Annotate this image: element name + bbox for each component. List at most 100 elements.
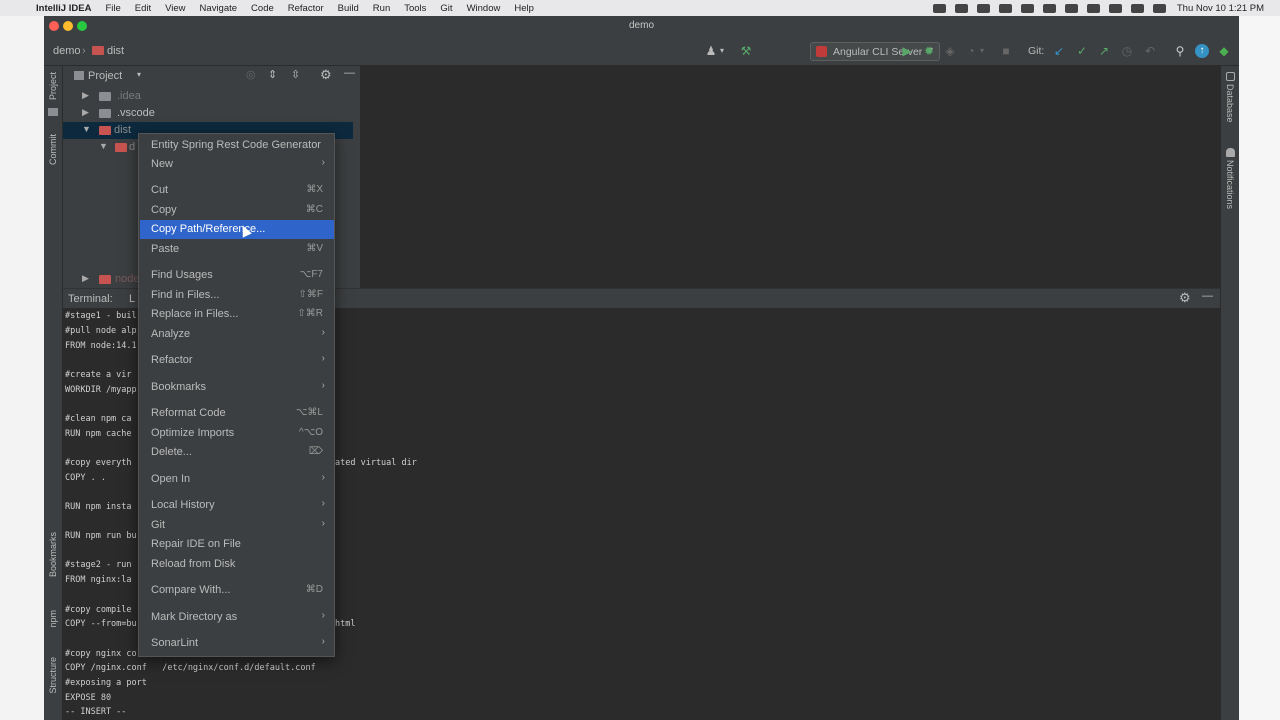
terminal-line: #copy compile bbox=[65, 605, 132, 615]
chevron-right-icon[interactable]: ▶ bbox=[82, 107, 89, 118]
plugin-icon[interactable]: ◆ bbox=[1217, 44, 1231, 58]
control-center-icon[interactable] bbox=[1130, 3, 1144, 13]
menubar-file[interactable]: File bbox=[105, 3, 120, 14]
siri-icon[interactable] bbox=[1152, 3, 1166, 13]
tool-window-npm[interactable]: npm bbox=[48, 610, 58, 628]
menu-item-git[interactable]: Git › bbox=[140, 516, 334, 535]
submenu-arrow-icon: › bbox=[321, 610, 325, 621]
menubar-run[interactable]: Run bbox=[373, 3, 390, 14]
chevron-right-icon[interactable]: ▶ bbox=[82, 90, 89, 101]
menubar-code[interactable]: Code bbox=[251, 3, 274, 14]
git-push-icon[interactable]: ↗ bbox=[1097, 44, 1111, 58]
menubar-refactor[interactable]: Refactor bbox=[288, 3, 324, 14]
coverage-icon[interactable]: ◈ bbox=[943, 44, 957, 58]
menu-item-cut[interactable]: Cut ⌘X bbox=[140, 181, 334, 200]
menu-item-label: Open In bbox=[151, 473, 191, 485]
menu-item-replace-in-files[interactable]: Replace in Files... ⇧⌘R bbox=[140, 305, 334, 324]
menu-item-label: Bookmarks bbox=[151, 381, 207, 393]
menu-item-entity-spring-rest-code-generator[interactable]: Entity Spring Rest Code Generator bbox=[140, 136, 334, 155]
wifi-icon[interactable] bbox=[1086, 3, 1100, 13]
menubar-tools[interactable]: Tools bbox=[404, 3, 426, 14]
menu-item-label: Copy bbox=[151, 204, 177, 216]
menubar-help[interactable]: Help bbox=[514, 3, 534, 14]
menubar-clock[interactable]: Thu Nov 10 1:21 PM bbox=[1177, 3, 1264, 14]
battery-icon[interactable] bbox=[1064, 3, 1078, 13]
chevron-down-icon[interactable]: ▾ bbox=[975, 44, 989, 58]
menu-item-analyze[interactable]: Analyze › bbox=[140, 325, 334, 344]
menu-item-mark-directory-as[interactable]: Mark Directory as › bbox=[140, 608, 334, 627]
pointer-icon[interactable] bbox=[1020, 3, 1034, 13]
hide-panel-icon[interactable]: — bbox=[1202, 290, 1213, 302]
menu-item-open-in[interactable]: Open In › bbox=[140, 470, 334, 489]
stop-icon[interactable]: ■ bbox=[999, 44, 1013, 58]
gear-icon[interactable]: ⚙ bbox=[320, 67, 332, 83]
menubar-edit[interactable]: Edit bbox=[135, 3, 151, 14]
menu-item-compare-with[interactable]: Compare With... ⌘D bbox=[140, 581, 334, 600]
menu-item-reload-from-disk[interactable]: Reload from Disk bbox=[140, 555, 334, 574]
menubar-app-name[interactable]: IntelliJ IDEA bbox=[36, 3, 91, 14]
menubar-git[interactable]: Git bbox=[440, 3, 452, 14]
expand-all-icon[interactable]: ⇕ bbox=[268, 68, 277, 81]
git-rollback-icon[interactable]: ↶ bbox=[1143, 44, 1157, 58]
creative-cloud-icon[interactable] bbox=[932, 3, 946, 13]
gear-icon[interactable]: ⚙ bbox=[1179, 290, 1191, 306]
build-hammer-icon[interactable]: ⚒ bbox=[739, 44, 753, 58]
menu-item-delete[interactable]: Delete... ⌦ bbox=[140, 443, 334, 462]
hide-panel-icon[interactable]: — bbox=[344, 67, 355, 79]
folder-icon bbox=[99, 126, 111, 135]
tool-window-project[interactable]: Project bbox=[48, 72, 58, 100]
git-history-icon[interactable]: ◷ bbox=[1120, 44, 1134, 58]
collapse-all-icon[interactable]: ⇳ bbox=[291, 68, 300, 81]
menu-item-paste[interactable]: Paste ⌘V bbox=[140, 240, 334, 259]
terminal-line: #copy nginx co bbox=[65, 649, 137, 659]
update-ide-icon[interactable]: ↑ bbox=[1195, 44, 1209, 58]
menubar-window[interactable]: Window bbox=[467, 3, 501, 14]
chevron-down-icon[interactable]: ▼ bbox=[99, 141, 108, 151]
menu-item-label: Git bbox=[151, 519, 166, 531]
menu-item-copy[interactable]: Copy ⌘C bbox=[140, 201, 334, 220]
screen-record-icon[interactable] bbox=[976, 3, 990, 13]
tool-window-bookmarks[interactable]: Bookmarks bbox=[48, 532, 58, 577]
tool-window-database[interactable]: Database bbox=[1225, 84, 1235, 123]
menu-item-refactor[interactable]: Refactor › bbox=[140, 351, 334, 370]
menu-item-find-usages[interactable]: Find Usages ⌥F7 bbox=[140, 266, 334, 285]
menu-item-repair-ide-on-file[interactable]: Repair IDE on File bbox=[140, 535, 334, 554]
breadcrumb-dist[interactable]: dist bbox=[107, 45, 124, 57]
menu-item-bookmarks[interactable]: Bookmarks › bbox=[140, 378, 334, 397]
git-update-icon[interactable]: ↙ bbox=[1052, 44, 1066, 58]
menu-item-optimize-imports[interactable]: Optimize Imports ^⌥O bbox=[140, 424, 334, 443]
spotlight-search-icon[interactable] bbox=[1108, 3, 1122, 13]
chevron-down-icon[interactable]: ▾ bbox=[715, 44, 729, 58]
run-configuration-dropdown[interactable]: Angular CLI Server ▾ bbox=[810, 42, 940, 61]
run-icon[interactable]: ▶ bbox=[900, 44, 914, 58]
tool-window-commit[interactable]: Commit bbox=[48, 134, 58, 165]
project-view-selector[interactable]: Project bbox=[88, 70, 122, 82]
chevron-down-icon[interactable]: ▼ bbox=[82, 124, 91, 134]
search-icon[interactable]: ⚲ bbox=[1173, 44, 1187, 58]
chevron-right-icon[interactable]: ▶ bbox=[82, 273, 89, 284]
tool-window-structure[interactable]: Structure bbox=[48, 657, 58, 694]
tree-row-idea[interactable]: ▶ .idea bbox=[63, 88, 353, 105]
menubar-build[interactable]: Build bbox=[338, 3, 359, 14]
debug-icon[interactable]: ✹ bbox=[922, 44, 936, 58]
terminal-line: #stage1 - buil bbox=[65, 311, 137, 321]
menubar-navigate[interactable]: Navigate bbox=[200, 3, 238, 14]
tree-row-vscode[interactable]: ▶ .vscode bbox=[63, 105, 353, 122]
menu-item-copy-path-reference[interactable]: Copy Path/Reference... bbox=[140, 220, 334, 239]
menu-item-reformat-code[interactable]: Reformat Code ⌥⌘L bbox=[140, 404, 334, 423]
menu-item-sonarlint[interactable]: SonarLint › bbox=[140, 634, 334, 653]
tool-window-notifications[interactable]: Notifications bbox=[1225, 160, 1235, 209]
locate-icon[interactable]: ◎ bbox=[246, 68, 256, 81]
shield-icon[interactable] bbox=[998, 3, 1012, 13]
toolbox-icon[interactable] bbox=[954, 3, 968, 13]
menubar-view[interactable]: View bbox=[165, 3, 185, 14]
editor-area[interactable] bbox=[362, 66, 1220, 288]
keyboard-icon[interactable] bbox=[1042, 3, 1056, 13]
terminal-tab-local[interactable]: L bbox=[129, 293, 135, 305]
menu-item-local-history[interactable]: Local History › bbox=[140, 496, 334, 515]
menu-item-find-in-files[interactable]: Find in Files... ⇧⌘F bbox=[140, 286, 334, 305]
breadcrumb-project[interactable]: demo bbox=[53, 45, 81, 57]
chevron-down-icon[interactable]: ▾ bbox=[137, 70, 141, 79]
git-commit-icon[interactable]: ✓ bbox=[1075, 44, 1089, 58]
menu-item-new[interactable]: New › bbox=[140, 155, 334, 174]
